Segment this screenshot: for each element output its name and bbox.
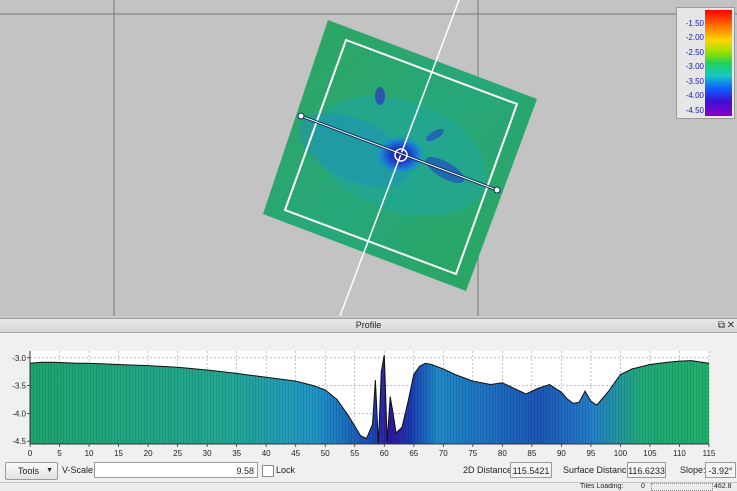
y-tick-label: -4.0: [12, 409, 26, 418]
x-tick-label: 50: [321, 449, 330, 458]
vscale-label: V-Scale:: [62, 465, 96, 475]
vscale-input[interactable]: 9.58: [94, 462, 258, 478]
profile-end-handle[interactable]: [493, 186, 501, 194]
x-tick-label: 45: [291, 449, 300, 458]
legend-tick: -2.50: [685, 48, 704, 57]
color-legend: -1.50 -2.00 -2.50 -3.00 -3.50 -4.00 -4.5…: [676, 7, 735, 119]
surface-distance-label: Surface Distance:: [563, 465, 635, 475]
surface-distance-value: 116.6233: [627, 462, 666, 478]
x-tick-label: 115: [703, 449, 716, 458]
legend-color-bar: [705, 10, 732, 116]
x-tick-label: 65: [409, 449, 418, 458]
y-tick-label: -4.5: [12, 437, 26, 446]
x-tick-label: 100: [614, 449, 628, 458]
x-tick-label: 5: [57, 449, 62, 458]
legend-tick: -3.50: [685, 77, 704, 86]
profile-start-handle[interactable]: [297, 112, 305, 120]
lock-label: Lock: [276, 465, 296, 475]
x-tick-label: 35: [232, 449, 241, 458]
x-tick-label: 85: [527, 449, 536, 458]
close-icon[interactable]: ✕: [727, 319, 735, 332]
legend-tick: -3.00: [685, 62, 704, 71]
profile-toolbar: Tools ▼ V-Scale: 9.58 Lock 2D Distance: …: [0, 461, 737, 481]
distance-2d-label: 2D Distance:: [463, 465, 515, 475]
x-tick-label: 75: [468, 449, 477, 458]
distance-2d-value: 115.5421: [510, 462, 552, 478]
x-tick-label: 80: [498, 449, 507, 458]
x-tick-label: 30: [203, 449, 212, 458]
profile-title: Profile: [355, 320, 382, 330]
profile-chart: 0 5 10 15 20 25 30 35 40 45 50 55 60 65 70 75 80 85 90 95 10…: [12, 351, 716, 458]
legend-tick: -2.00: [685, 33, 704, 42]
x-tick-label: 105: [643, 449, 657, 458]
x-tick-label: 40: [262, 449, 271, 458]
x-tick-label: 0: [28, 449, 33, 458]
x-tick-label: 25: [173, 449, 182, 458]
x-tick-label: 10: [85, 449, 94, 458]
restore-window-icon[interactable]: ⧉: [718, 319, 725, 332]
y-tick-label: -3.0: [12, 354, 26, 363]
x-tick-label: 95: [586, 449, 595, 458]
x-tick-label: 110: [673, 449, 686, 458]
tools-label: Tools: [18, 466, 40, 476]
x-tick-label: 20: [144, 449, 153, 458]
x-tick-label: 70: [439, 449, 448, 458]
map-view[interactable]: -1.50 -2.00 -2.50 -3.00 -3.50 -4.00 -4.5…: [0, 0, 737, 316]
chevron-down-icon: ▼: [46, 467, 53, 474]
lock-checkbox[interactable]: [262, 465, 274, 477]
x-tick-label: 60: [380, 449, 389, 458]
tools-dropdown[interactable]: Tools ▼: [5, 462, 58, 480]
legend-tick: -4.50: [685, 106, 704, 115]
slope-value: -3.92°: [705, 462, 736, 478]
x-tick-label: 90: [557, 449, 566, 458]
legend-tick: -4.00: [685, 91, 704, 100]
profile-panel: Profile ⧉ ✕ 0 5 10 15 20 25 30 35 40 45 …: [0, 318, 737, 491]
x-tick-label: 55: [350, 449, 359, 458]
profile-title-bar: Profile ⧉ ✕: [0, 319, 737, 333]
slope-label: Slope:: [680, 465, 706, 475]
bathymetry-map[interactable]: [0, 0, 737, 316]
x-tick-label: 15: [114, 449, 123, 458]
y-tick-label: -3.5: [12, 382, 26, 391]
legend-tick: -1.50: [685, 19, 704, 28]
